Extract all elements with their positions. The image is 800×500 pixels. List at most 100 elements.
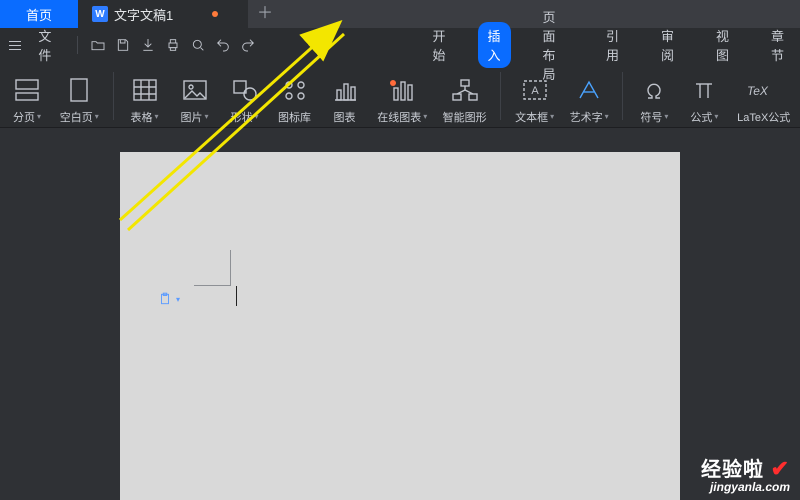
print-icon[interactable]	[164, 34, 181, 56]
smart-art-label: 智能图形	[443, 109, 487, 125]
margin-guide-vertical	[230, 250, 231, 286]
watermark: 经验啦 ✔ jingyanla.com	[701, 457, 790, 494]
new-tab-button[interactable]: ＋	[248, 0, 282, 28]
page-break-button[interactable]: 分页▾	[4, 65, 50, 127]
icon-library-label: 图标库	[278, 109, 311, 125]
caret-down-icon: ▾	[550, 112, 554, 121]
caret-down-icon: ▾	[664, 112, 668, 121]
page-break-label: 分页	[13, 109, 35, 125]
tab-start[interactable]: 开始	[423, 22, 456, 68]
tab-start-label: 开始	[433, 29, 446, 63]
open-folder-icon[interactable]	[89, 34, 106, 56]
hamburger-menu-icon[interactable]	[6, 34, 24, 56]
menu-row: 文件 开始 插入 页面布局 引用 审阅 视图 章节	[0, 28, 800, 62]
shapes-button[interactable]: 形状▾	[222, 65, 268, 127]
text-box-label: 文本框	[515, 109, 548, 125]
svg-text:TeX: TeX	[747, 84, 769, 98]
omega-icon	[642, 75, 666, 105]
equation-label: 公式	[690, 109, 712, 125]
ribbon-separator	[622, 72, 623, 120]
pi-icon	[692, 75, 716, 105]
caret-down-icon: ▾	[205, 112, 209, 121]
svg-text:A: A	[531, 85, 539, 97]
latex-label: LaTeX公式	[737, 109, 790, 125]
symbol-button[interactable]: 符号▾	[631, 65, 677, 127]
text-cursor	[236, 286, 237, 306]
smart-art-button[interactable]: 智能图形	[437, 65, 492, 127]
picture-icon	[182, 75, 208, 105]
caret-down-icon: ▾	[423, 112, 427, 121]
tab-review-label: 审阅	[661, 29, 674, 63]
text-box-button[interactable]: A 文本框▾	[509, 65, 560, 127]
tab-insert-label: 插入	[488, 29, 501, 63]
icon-library-icon	[282, 75, 308, 105]
tab-chapter-label: 章节	[771, 29, 784, 63]
workspace: ▾	[0, 128, 800, 500]
table-icon	[132, 75, 158, 105]
word-art-button[interactable]: 艺术字▾	[564, 65, 615, 127]
watermark-text: 经验啦	[701, 459, 764, 481]
tab-chapter[interactable]: 章节	[761, 22, 794, 68]
tab-view[interactable]: 视图	[706, 22, 739, 68]
ribbon-separator	[500, 72, 501, 120]
shapes-icon	[232, 75, 258, 105]
latex-button[interactable]: TeX LaTeX公式	[731, 65, 796, 127]
print-preview-icon[interactable]	[189, 34, 206, 56]
tab-review[interactable]: 审阅	[651, 22, 684, 68]
margin-guide-horizontal	[194, 285, 230, 286]
save-icon[interactable]	[114, 34, 131, 56]
check-icon: ✔	[771, 456, 790, 481]
shapes-label: 形状	[231, 109, 253, 125]
unsaved-dot-icon	[212, 11, 218, 17]
chart-icon	[332, 75, 358, 105]
tab-references[interactable]: 引用	[596, 22, 629, 68]
paste-options-button[interactable]: ▾	[158, 292, 180, 306]
caret-down-icon: ▾	[605, 112, 609, 121]
watermark-url: jingyanla.com	[701, 481, 790, 494]
tab-home-label: 首页	[26, 5, 52, 24]
picture-label: 图片	[181, 109, 203, 125]
redo-icon[interactable]	[239, 34, 256, 56]
picture-button[interactable]: 图片▾	[172, 65, 218, 127]
table-label: 表格	[131, 109, 153, 125]
blank-page-label: 空白页	[60, 109, 93, 125]
clipboard-icon	[158, 292, 172, 306]
tab-document[interactable]: W 文字文稿1	[78, 0, 248, 28]
caret-down-icon: ▾	[155, 112, 159, 121]
tab-document-label: 文字文稿1	[114, 5, 173, 24]
smart-art-icon	[451, 75, 479, 105]
symbol-label: 符号	[640, 109, 662, 125]
tab-insert[interactable]: 插入	[478, 22, 511, 68]
separator	[77, 36, 78, 54]
caret-down-icon: ▾	[176, 295, 180, 304]
file-menu[interactable]: 文件	[32, 26, 64, 64]
file-menu-label: 文件	[38, 29, 51, 63]
document-page[interactable]: ▾	[120, 152, 680, 500]
chart-label: 图表	[334, 109, 356, 125]
tab-references-label: 引用	[606, 29, 619, 63]
export-icon[interactable]	[139, 34, 156, 56]
plus-icon: ＋	[257, 6, 273, 22]
tab-home[interactable]: 首页	[0, 0, 78, 28]
online-chart-icon	[388, 75, 416, 105]
document-icon: W	[92, 6, 108, 22]
icon-library-button[interactable]: 图标库	[272, 65, 318, 127]
table-button[interactable]: 表格▾	[122, 65, 168, 127]
latex-icon: TeX	[747, 75, 781, 105]
caret-down-icon: ▾	[95, 112, 99, 121]
page-break-icon	[14, 75, 40, 105]
online-chart-button[interactable]: 在线图表▾	[372, 65, 433, 127]
undo-icon[interactable]	[214, 34, 231, 56]
tab-view-label: 视图	[716, 29, 729, 63]
blank-page-button[interactable]: 空白页▾	[54, 65, 105, 127]
chart-button[interactable]: 图表	[322, 65, 368, 127]
ribbon-separator	[113, 72, 114, 120]
text-box-icon: A	[522, 75, 548, 105]
word-art-icon	[576, 75, 602, 105]
word-art-label: 艺术字	[570, 109, 603, 125]
caret-down-icon: ▾	[37, 112, 41, 121]
blank-page-icon	[68, 75, 90, 105]
caret-down-icon: ▾	[255, 112, 259, 121]
equation-button[interactable]: 公式▾	[681, 65, 727, 127]
online-chart-label: 在线图表	[377, 109, 421, 125]
